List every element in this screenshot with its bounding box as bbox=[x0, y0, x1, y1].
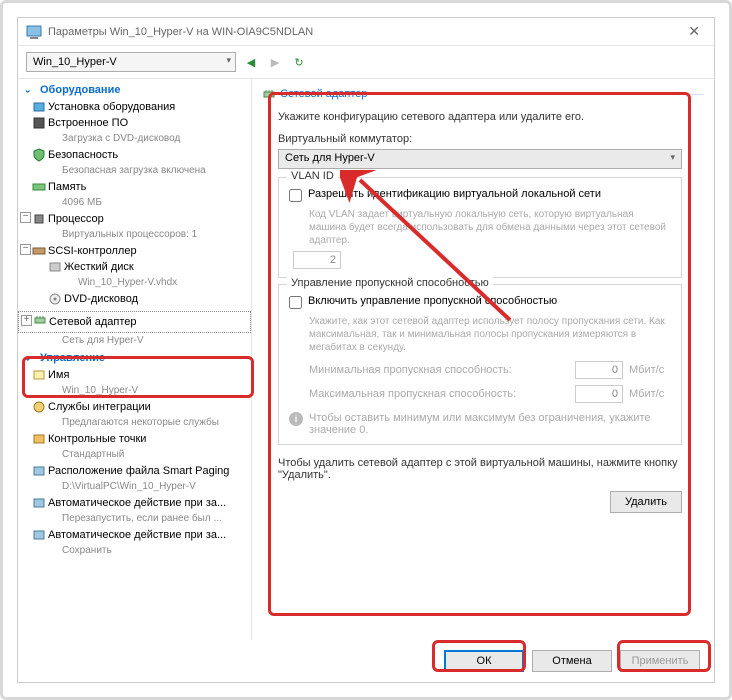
section-hardware[interactable]: Оборудование bbox=[18, 81, 251, 99]
sidebar-item-name[interactable]: Имя bbox=[18, 367, 251, 383]
sidebar-sub-network-adapter: Сеть для Hyper-V bbox=[18, 333, 251, 349]
bw-enable-checkbox[interactable] bbox=[289, 296, 302, 309]
sidebar-item-auto-stop[interactable]: Автоматическое действие при за... bbox=[18, 527, 251, 543]
content-description: Укажите конфигурацию сетевого адаптера и… bbox=[262, 103, 704, 131]
vlan-legend: VLAN ID bbox=[287, 170, 338, 182]
cancel-button[interactable]: Отмена bbox=[532, 650, 612, 672]
sidebar-item-add-hardware[interactable]: Установка оборудования bbox=[18, 99, 251, 115]
sidebar-item-integration[interactable]: Службы интеграции bbox=[18, 399, 251, 415]
checkpoint-icon bbox=[32, 432, 46, 446]
sidebar-item-checkpoints[interactable]: Контрольные точки bbox=[18, 431, 251, 447]
sidebar-sub-hdd: Win_10_Hyper-V.vhdx bbox=[18, 275, 251, 291]
vlan-fieldset: VLAN ID Разрешить идентификацию виртуаль… bbox=[278, 177, 682, 278]
sidebar-item-memory[interactable]: Память bbox=[18, 179, 251, 195]
sidebar-sub-security: Безопасная загрузка включена bbox=[18, 163, 251, 179]
bw-checkbox-label: Включить управление пропускной способнос… bbox=[308, 295, 557, 307]
vlan-hint: Код VLAN задает виртуальную локальную се… bbox=[289, 204, 671, 251]
scsi-icon bbox=[32, 244, 46, 258]
sidebar-item-scsi[interactable]: SCSI-контроллер bbox=[18, 243, 251, 259]
sidebar-sub-firmware: Загрузка с DVD-дисковод bbox=[18, 131, 251, 147]
network-adapter-icon bbox=[262, 87, 276, 101]
content-panel: Сетевой адаптер Укажите конфигурацию сет… bbox=[252, 79, 714, 640]
sidebar-item-security[interactable]: Безопасность bbox=[18, 147, 251, 163]
refresh-button[interactable]: ↻ bbox=[290, 53, 308, 71]
vlan-id-input bbox=[293, 251, 341, 269]
hdd-icon bbox=[48, 260, 62, 274]
bw-legend: Управление пропускной способностью bbox=[287, 277, 493, 289]
shield-icon bbox=[32, 148, 46, 162]
sidebar-item-hdd[interactable]: Жесткий диск bbox=[18, 259, 251, 275]
bw-max-input bbox=[575, 385, 623, 403]
dvd-icon bbox=[48, 292, 62, 306]
bandwidth-fieldset: Управление пропускной способностью Включ… bbox=[278, 284, 682, 445]
vlan-enable-checkbox[interactable] bbox=[289, 189, 302, 202]
titlebar: Параметры Win_10_Hyper-V на WIN-OIA9C5ND… bbox=[18, 18, 714, 46]
ok-button[interactable]: ОК bbox=[444, 650, 524, 672]
virtual-switch-dropdown[interactable]: Сеть для Hyper-V bbox=[278, 149, 682, 169]
window-title: Параметры Win_10_Hyper-V на WIN-OIA9C5ND… bbox=[48, 26, 682, 38]
app-icon bbox=[26, 24, 42, 40]
sidebar-item-network-adapter[interactable]: Сетевой адаптер bbox=[18, 311, 251, 333]
integration-icon bbox=[32, 400, 46, 414]
apply-button[interactable]: Применить bbox=[620, 650, 700, 672]
bw-hint: Укажите, как этот сетевой адаптер исполь… bbox=[289, 311, 671, 358]
auto-start-icon bbox=[32, 496, 46, 510]
add-hardware-icon bbox=[32, 100, 46, 114]
sidebar-sub-cpu: Виртуальных процессоров: 1 bbox=[18, 227, 251, 243]
sidebar: Оборудование Установка оборудования Встр… bbox=[18, 79, 252, 640]
close-icon[interactable]: ✕ bbox=[682, 23, 706, 40]
bw-min-input bbox=[575, 361, 623, 379]
bw-info: Чтобы оставить минимум или максимум без … bbox=[309, 412, 671, 436]
info-icon: i bbox=[289, 412, 303, 426]
smart-paging-icon bbox=[32, 464, 46, 478]
vm-select[interactable] bbox=[26, 52, 236, 72]
firmware-icon bbox=[32, 116, 46, 130]
delete-button[interactable]: Удалить bbox=[610, 491, 682, 513]
footer: ОК Отмена Применить bbox=[18, 640, 714, 682]
section-management[interactable]: Управление bbox=[18, 349, 251, 367]
sidebar-item-firmware[interactable]: Встроенное ПО bbox=[18, 115, 251, 131]
sidebar-item-dvd[interactable]: DVD-дисковод bbox=[18, 291, 251, 307]
name-icon bbox=[32, 368, 46, 382]
sidebar-item-smart-paging[interactable]: Расположение файла Smart Paging bbox=[18, 463, 251, 479]
network-adapter-icon bbox=[33, 313, 47, 327]
delete-text: Чтобы удалить сетевой адаптер с этой вир… bbox=[262, 451, 704, 485]
sidebar-item-cpu[interactable]: Процессор bbox=[18, 211, 251, 227]
switch-label: Виртуальный коммутатор: bbox=[262, 131, 704, 147]
sidebar-item-auto-start[interactable]: Автоматическое действие при за... bbox=[18, 495, 251, 511]
bw-max-label: Максимальная пропускная способность: bbox=[309, 388, 569, 400]
vlan-checkbox-label: Разрешить идентификацию виртуальной лока… bbox=[308, 188, 601, 200]
memory-icon bbox=[32, 180, 46, 194]
cpu-icon bbox=[32, 212, 46, 226]
bw-min-label: Минимальная пропускная способность: bbox=[309, 364, 569, 376]
toolbar: ◀ ▶ ↻ bbox=[18, 46, 714, 79]
content-header: Сетевой адаптер bbox=[262, 87, 704, 103]
auto-stop-icon bbox=[32, 528, 46, 542]
back-button[interactable]: ◀ bbox=[242, 53, 260, 71]
forward-button: ▶ bbox=[266, 53, 284, 71]
sidebar-sub-memory: 4096 МБ bbox=[18, 195, 251, 211]
